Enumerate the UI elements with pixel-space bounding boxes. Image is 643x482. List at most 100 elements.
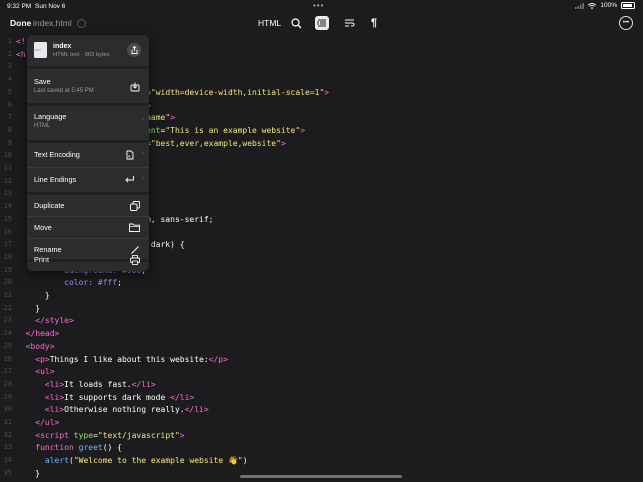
menu-item-duplicate[interactable]: Duplicate — [27, 195, 149, 216]
code-token: </li> — [184, 405, 209, 415]
code-token: </style> — [35, 316, 74, 326]
file-title[interactable]: index.html — [33, 18, 72, 28]
line-number: 6 — [7, 100, 12, 109]
file-status-icon — [77, 19, 86, 28]
multitasking-dots-icon[interactable]: ••• — [313, 1, 324, 10]
line-number: 24 — [3, 329, 12, 338]
line-number: 21 — [3, 291, 12, 299]
line-number: 25 — [3, 341, 12, 350]
line-number: 28 — [3, 379, 12, 388]
language-button[interactable]: HTML — [258, 18, 281, 28]
code-token: ) — [242, 456, 248, 466]
code-token: function — [35, 443, 79, 453]
search-icon[interactable] — [289, 16, 303, 30]
code-line: <li>It supports dark mode </li> — [16, 393, 194, 403]
folder-icon — [129, 222, 140, 233]
line-number: 8 — [7, 125, 12, 134]
menu-item-line-endings[interactable]: Line Endings › — [27, 168, 149, 192]
menu-item-save[interactable]: Save Last saved at 5:45 PM — [27, 69, 149, 103]
line-number: 7 — [7, 113, 12, 122]
code-token: dark) { — [150, 240, 185, 250]
line-number: 11 — [3, 164, 12, 172]
menu-item-language[interactable]: Language HTML › — [27, 106, 149, 140]
file-menu: index HTML text · 963 bytes Save Last sa… — [27, 35, 149, 271]
status-indicators: 100% — [575, 2, 635, 9]
code-line: } — [16, 291, 50, 301]
code-token: > — [170, 113, 175, 123]
chevron-right-icon: › — [141, 116, 144, 123]
code-token: <li> — [44, 379, 65, 389]
line-number: 16 — [3, 227, 12, 236]
code-line: <p>Things I like about this website:</p> — [16, 355, 228, 365]
editor-toolbar: Done index.html HTML ¶ ••• — [0, 12, 643, 34]
line-number: 2 — [7, 49, 12, 58]
wrap-icon[interactable] — [342, 16, 356, 30]
code-token: <h — [16, 49, 26, 59]
code-line: </ul> — [16, 418, 59, 428]
code-line: alert("Welcome to the example website 👋"… — [16, 456, 248, 466]
menu-item-text-encoding[interactable]: Text Encoding A › — [27, 143, 149, 167]
line-number: 13 — [3, 189, 12, 198]
menu-item-label: Language — [34, 112, 67, 121]
signal-icon — [575, 2, 585, 9]
menu-item-print-row[interactable]: Print — [27, 250, 149, 271]
line-number: 34 — [3, 456, 12, 465]
line-number: 31 — [3, 418, 12, 426]
duplicate-icon — [129, 200, 140, 211]
code-line: <! — [16, 37, 26, 47]
done-button[interactable]: Done — [10, 18, 31, 28]
line-number: 26 — [3, 354, 12, 363]
list-icon[interactable] — [315, 16, 329, 30]
line-number: 33 — [3, 443, 12, 452]
code-line: } — [16, 469, 40, 479]
status-date: Sun Nov 6 — [35, 3, 66, 10]
code-token: <! — [16, 37, 26, 46]
code-line: <ul> — [16, 367, 55, 377]
chevron-right-icon: › — [141, 150, 144, 157]
code-token: </li> — [131, 379, 156, 389]
code-token: <body> — [25, 341, 55, 351]
return-icon — [124, 174, 135, 185]
code-token: </ul> — [35, 418, 60, 427]
code-token: "Welcome to the example website 👋" — [73, 456, 243, 466]
line-number: 30 — [3, 405, 12, 414]
encoding-icon: A — [124, 149, 135, 160]
more-icon[interactable]: ••• — [619, 16, 633, 30]
code-token: ; — [117, 278, 122, 288]
code-token: "This is an example website" — [165, 125, 301, 135]
code-token: Things I like about this website: — [49, 354, 209, 364]
line-number: 19 — [3, 265, 12, 274]
line-number: 15 — [3, 214, 12, 223]
menu-item-label: Duplicate — [34, 201, 65, 210]
line-number: 35 — [3, 468, 12, 477]
file-name: index — [53, 43, 72, 50]
code-line: <script type="text/javascript"> — [16, 431, 184, 441]
battery-icon — [621, 2, 635, 9]
code-line: <li>Otherwise nothing really.</li> — [16, 405, 209, 415]
line-number: 22 — [3, 303, 12, 312]
code-token: () { — [102, 443, 122, 453]
menu-item-label: Text Encoding — [34, 150, 80, 159]
share-icon[interactable] — [127, 43, 141, 57]
line-number: 5 — [7, 87, 12, 96]
code-token: <li> — [44, 405, 65, 415]
code-token: </li> — [170, 392, 195, 402]
line-number: 10 — [3, 151, 12, 160]
pilcrow-icon[interactable]: ¶ — [367, 16, 381, 30]
menu-item-move[interactable]: Move — [27, 217, 149, 238]
code-token: It loads fast. — [64, 379, 132, 389]
line-number: 20 — [3, 278, 12, 287]
code-token: "best,ever,example,website" — [150, 138, 281, 148]
line-number: 3 — [7, 62, 12, 71]
home-indicator[interactable] — [240, 475, 402, 478]
menu-item-label: Move — [34, 223, 52, 232]
code-token: alert — [44, 456, 69, 466]
code-token: </p> — [208, 354, 228, 364]
code-token: <ul> — [35, 367, 55, 377]
